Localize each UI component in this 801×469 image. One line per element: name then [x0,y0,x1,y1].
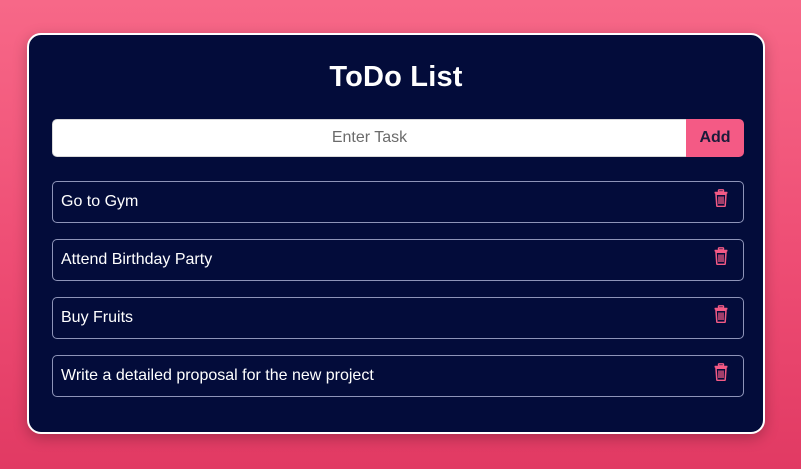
task-item: Buy Fruits [52,297,744,339]
add-button[interactable]: Add [686,119,744,157]
task-item: Write a detailed proposal for the new pr… [52,355,744,397]
task-item: Attend Birthday Party [52,239,744,281]
task-list: Go to Gym Attend Birthday Party Buy Frui… [52,181,744,413]
trash-icon[interactable] [714,305,728,323]
task-text: Attend Birthday Party [61,251,213,268]
trash-icon[interactable] [714,363,728,381]
task-text: Buy Fruits [61,309,134,326]
trash-icon[interactable] [714,189,728,207]
task-item: Go to Gym [52,181,744,223]
task-input[interactable] [52,119,686,157]
trash-icon[interactable] [714,247,728,265]
task-text: Write a detailed proposal for the new pr… [61,367,374,384]
task-text: Go to Gym [61,193,139,210]
todo-card: ToDo List Add Go to Gym Attend Birthday … [27,33,765,434]
page-title: ToDo List [329,61,463,93]
add-task-form: Add [52,119,744,157]
